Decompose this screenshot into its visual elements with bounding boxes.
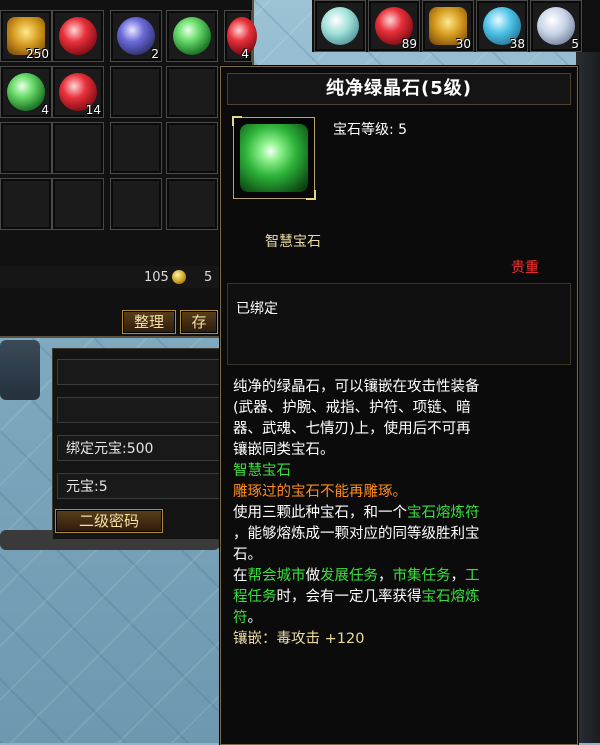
source-text: 。 — [247, 610, 263, 626]
white-vial-icon — [537, 7, 575, 45]
coin-icon — [172, 270, 186, 284]
inventory-slot[interactable] — [166, 178, 218, 230]
item-count: 38 — [509, 37, 525, 51]
inventory-slot[interactable] — [52, 178, 104, 230]
money-value-2: 5 — [204, 270, 213, 285]
inventory-slot[interactable] — [166, 122, 218, 174]
source-line: 程任务时，会有一定几率获得宝石熔炼 — [233, 587, 569, 608]
inventory-slot[interactable] — [52, 122, 104, 174]
inlay-stat: 镶嵌：毒攻击 +120 — [233, 631, 365, 647]
gem-type-label: 智慧宝石 — [265, 234, 321, 250]
inventory-slot[interactable] — [52, 10, 104, 62]
desc-line: 纯净的绿晶石，可以镶嵌在攻击性装备 — [233, 379, 480, 395]
quick-slot[interactable]: 89 — [368, 0, 420, 52]
wisdom-gem-line: 智慧宝石 — [233, 463, 291, 479]
red-gem-icon — [59, 17, 97, 55]
inventory-slot[interactable] — [110, 122, 162, 174]
desc-line: (武器、护腕、戒指、护符、项链、暗 — [233, 400, 471, 416]
pearl-icon — [321, 7, 359, 45]
item-count: 4 — [241, 47, 249, 61]
yuanbao-field: 元宝:5 — [57, 473, 221, 499]
inventory-slot[interactable]: 4 — [0, 66, 52, 118]
quick-slot[interactable]: 5 — [530, 0, 582, 52]
sort-button[interactable]: 整理 — [122, 310, 176, 334]
quick-slot[interactable]: 38 — [476, 0, 528, 52]
item-tooltip: 纯净绿晶石(5级) 宝石等级: 5 智慧宝石 贵重 已绑定 纯净的绿晶石，可以镶… — [220, 66, 578, 745]
quick-slot[interactable] — [314, 0, 366, 52]
store-button[interactable]: 存 — [180, 310, 218, 334]
bound-yuanbao-field: 绑定元宝:500 — [57, 435, 221, 461]
screen-edge — [576, 52, 600, 743]
inventory-slot[interactable] — [166, 10, 218, 62]
source-text: 做 — [305, 568, 321, 584]
inventory-slot[interactable] — [110, 178, 162, 230]
inventory-slot[interactable]: 2 — [110, 10, 162, 62]
usage-line: 石。 — [233, 547, 262, 563]
item-count: 5 — [571, 37, 579, 51]
guild-city-link: 帮会城市 — [247, 568, 306, 584]
tooltip-title: 纯净绿晶石(5级) — [227, 73, 571, 105]
source-text: 在 — [233, 568, 248, 584]
item-count: 89 — [401, 37, 417, 51]
source-text: ， — [450, 568, 466, 584]
second-password-button[interactable]: 二级密码 — [55, 509, 163, 533]
desc-line: 镶嵌同类宝石。 — [233, 442, 335, 458]
item-count: 30 — [455, 37, 471, 51]
rarity-label: 贵重 — [511, 260, 539, 276]
usage-line: ，能够熔炼成一颗对应的同等级胜利宝 — [233, 526, 480, 542]
money-row: 105 5 — [0, 266, 252, 288]
no-recarve-line: 雕琢过的宝石不能再雕琢。 — [233, 484, 407, 500]
source-text: ， — [378, 568, 393, 584]
bind-status-box: 已绑定 — [227, 283, 571, 365]
empty-field — [57, 397, 221, 423]
source-line: 在帮会城市做发展任务，市集任务，工 — [233, 566, 569, 587]
inventory-slot[interactable] — [0, 122, 52, 174]
green-gem-icon — [173, 17, 211, 55]
money-value: 105 — [144, 270, 169, 285]
market-quest-link: 市集任务 — [392, 568, 451, 584]
item-count: 250 — [26, 47, 49, 61]
smelt-charm-link: 符 — [233, 610, 248, 626]
smelt-charm-link: 宝石熔炼符 — [407, 505, 480, 521]
inventory-slot[interactable] — [166, 66, 218, 118]
empty-field — [57, 359, 221, 385]
source-line: 符。 — [233, 608, 569, 629]
green-gem-icon — [7, 73, 45, 111]
inventory-slot[interactable]: 250 — [0, 10, 52, 62]
green-crystal-icon — [240, 124, 308, 192]
engineering-quest-link: 工 — [465, 568, 480, 584]
quick-slot[interactable]: 30 — [422, 0, 474, 52]
dev-quest-link: 发展任务 — [320, 568, 378, 584]
source-text: 时，会有一定几率获得 — [276, 589, 422, 605]
inventory-slot[interactable] — [0, 178, 52, 230]
inventory-slot[interactable]: 14 — [52, 66, 104, 118]
usage-text: 使用三颗此种宝石，和一个 — [233, 505, 407, 521]
item-count: 4 — [41, 103, 49, 117]
item-icon-frame — [232, 116, 316, 200]
item-description: 纯净的绿晶石，可以镶嵌在攻击性装备 (武器、护腕、戒指、护符、项链、暗 器、武魂… — [233, 377, 569, 650]
inventory-slot[interactable] — [110, 66, 162, 118]
item-count: 14 — [85, 103, 101, 117]
usage-line: 使用三颗此种宝石，和一个宝石熔炼符 — [233, 503, 569, 524]
wallet-panel: 绑定元宝:500 元宝:5 二级密码 — [52, 348, 224, 540]
item-count: 2 — [151, 47, 159, 61]
scenery-rock — [0, 340, 40, 400]
smelt-charm-link: 宝石熔炼 — [421, 589, 480, 605]
engineering-quest-link: 程任务 — [233, 589, 277, 605]
inventory-slot[interactable]: 4 — [224, 10, 257, 62]
blue-gem-icon — [117, 17, 155, 55]
gem-level-label: 宝石等级: 5 — [333, 122, 408, 138]
quick-item-bar: 89 30 38 5 — [312, 0, 600, 52]
bind-status: 已绑定 — [236, 301, 278, 317]
desc-line: 器、武魂、七情刃)上，使用后不可再 — [233, 421, 471, 437]
inventory-window: 250 2 4 4 14 105 5 整理 存 — [0, 0, 257, 338]
